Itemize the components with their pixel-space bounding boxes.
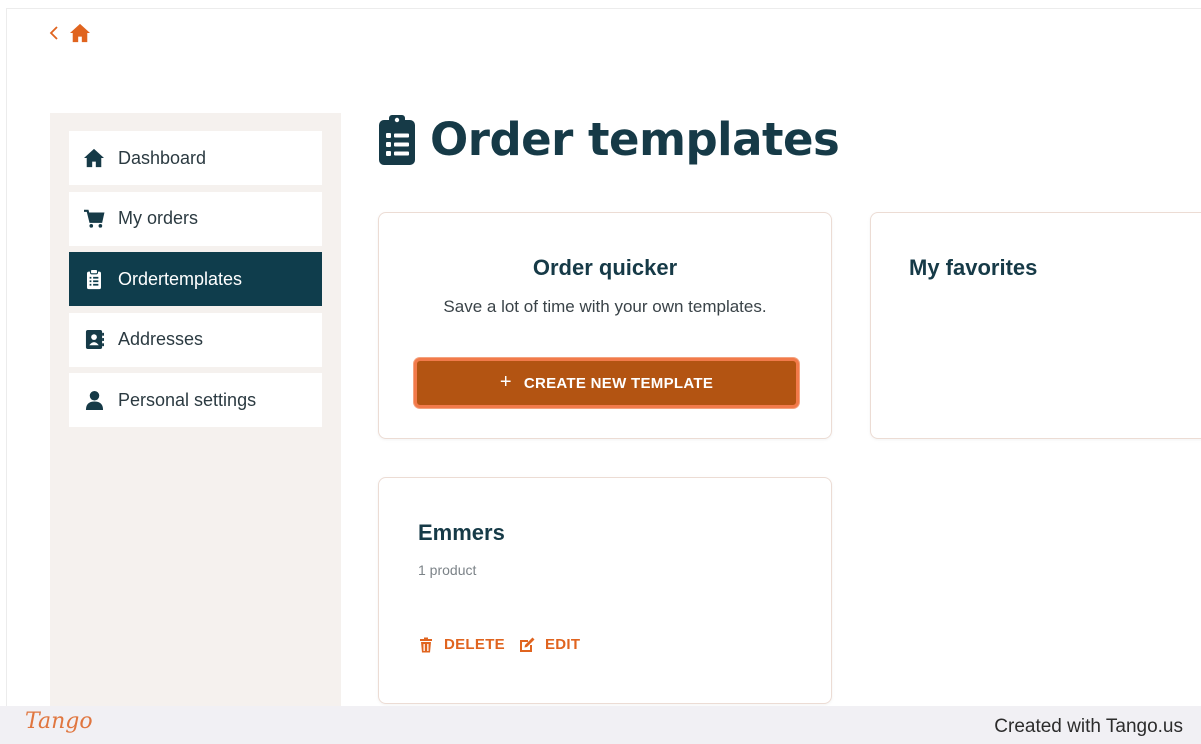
template-actions: DELETE EDIT bbox=[418, 636, 580, 653]
page-heading: Order templates bbox=[430, 113, 840, 166]
product-count: 1 product bbox=[418, 562, 477, 578]
sidebar-item-label: Dashboard bbox=[118, 147, 207, 168]
clipboard-list-icon bbox=[83, 268, 105, 290]
home-icon bbox=[83, 147, 105, 169]
template-card[interactable]: Emmers 1 product DELETE EDIT bbox=[378, 477, 832, 704]
edit-icon bbox=[519, 637, 535, 652]
sidebar-item-addresses[interactable]: Addresses bbox=[69, 312, 322, 367]
sidebar: Dashboard My orders Ordertemplates Addre… bbox=[50, 113, 341, 706]
tango-logo: Tango bbox=[25, 709, 93, 734]
cart-icon bbox=[83, 208, 105, 230]
chevron-left-icon[interactable] bbox=[49, 26, 59, 40]
trash-icon bbox=[420, 637, 432, 652]
create-new-template-button[interactable]: + CREATE NEW TEMPLATE bbox=[414, 358, 799, 408]
plus-icon: + bbox=[499, 370, 512, 393]
created-with-credit: Created with Tango.us bbox=[994, 716, 1183, 737]
sidebar-item-personal-settings[interactable]: Personal settings bbox=[69, 373, 322, 427]
footer: Tango Created with Tango.us bbox=[0, 706, 1201, 744]
sidebar-item-label: Ordertemplates bbox=[118, 268, 243, 289]
home-icon[interactable] bbox=[69, 23, 91, 43]
sidebar-item-dashboard[interactable]: Dashboard bbox=[69, 131, 322, 185]
my-favorites-card[interactable]: My favorites bbox=[870, 212, 1201, 439]
user-icon bbox=[83, 389, 105, 411]
edit-button[interactable]: EDIT bbox=[519, 636, 580, 653]
edit-label: EDIT bbox=[544, 636, 581, 653]
address-book-icon bbox=[83, 329, 105, 351]
sidebar-item-my-orders[interactable]: My orders bbox=[69, 191, 322, 246]
delete-label: DELETE bbox=[444, 636, 505, 653]
template-title: Emmers bbox=[418, 520, 505, 545]
order-quicker-card: Order quicker Save a lot of time with yo… bbox=[378, 212, 832, 439]
card-title: My favorites bbox=[909, 255, 1038, 280]
sidebar-item-label: Personal settings bbox=[118, 389, 257, 410]
card-title: Order quicker bbox=[532, 255, 678, 280]
app-window: Dashboard My orders Ordertemplates Addre… bbox=[6, 8, 1201, 706]
sidebar-item-label: My orders bbox=[118, 208, 199, 228]
sidebar-item-label: Addresses bbox=[118, 329, 204, 349]
page-title: Order templates bbox=[378, 113, 840, 166]
button-label: CREATE NEW TEMPLATE bbox=[523, 374, 714, 392]
top-navigation bbox=[49, 23, 91, 43]
delete-button[interactable]: DELETE bbox=[418, 636, 505, 653]
clipboard-list-icon bbox=[378, 114, 416, 166]
sidebar-item-ordertemplates[interactable]: Ordertemplates bbox=[69, 252, 322, 306]
card-description: Save a lot of time with your own templat… bbox=[443, 297, 767, 316]
